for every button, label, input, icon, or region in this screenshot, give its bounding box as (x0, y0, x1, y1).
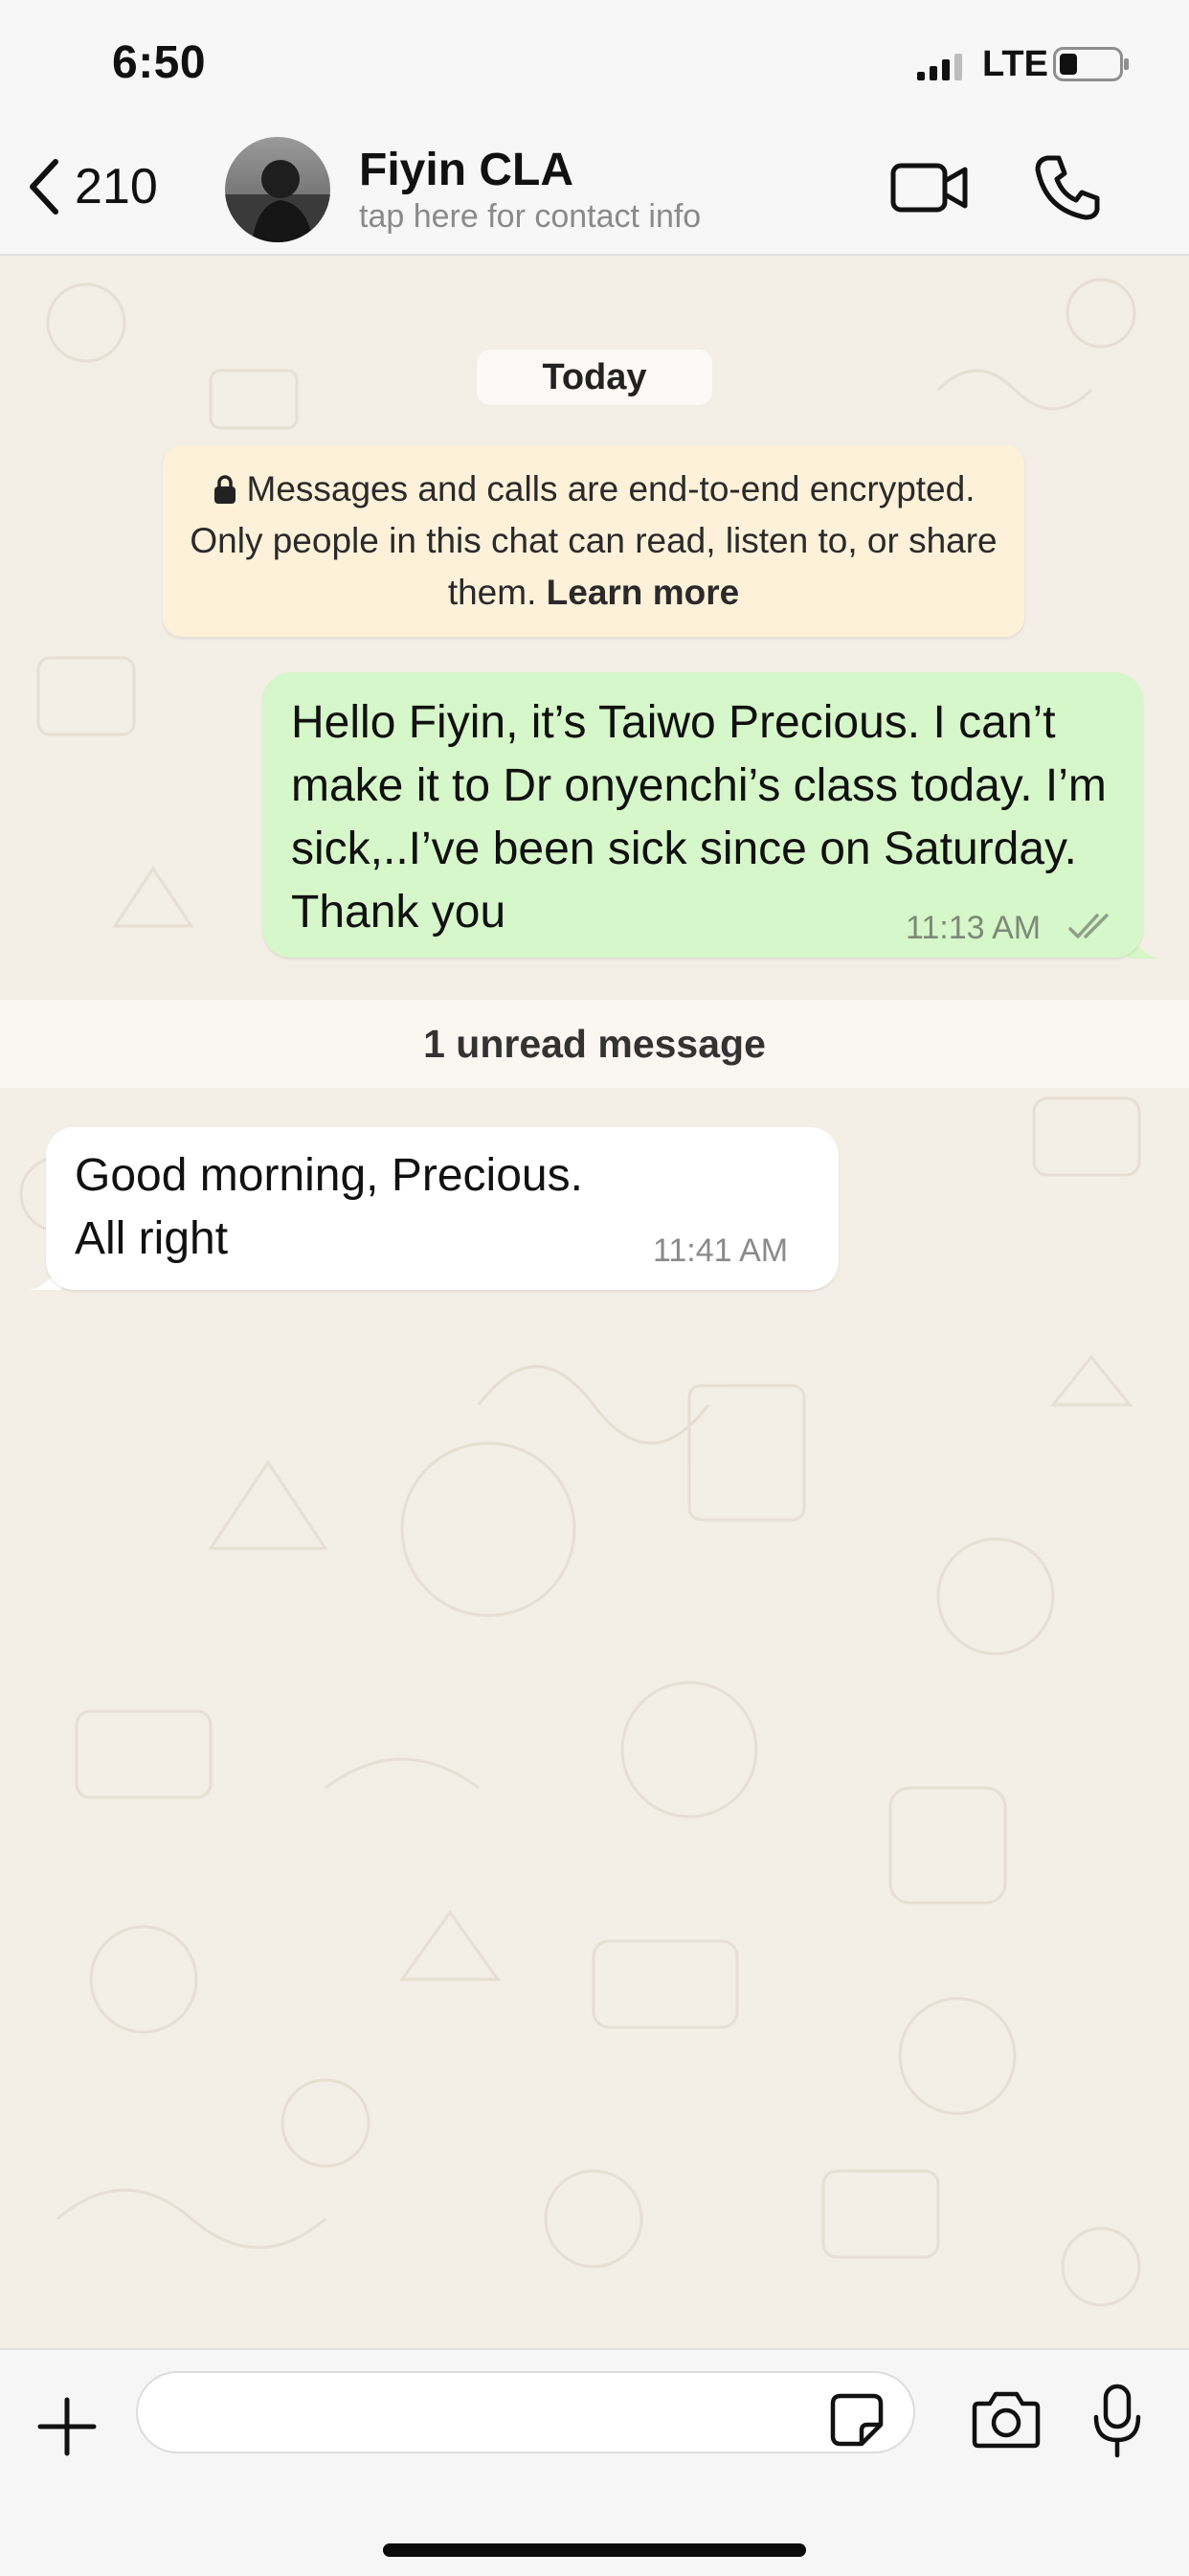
message-text: All right (75, 1213, 229, 1264)
learn-more-link[interactable]: Learn more (547, 573, 740, 612)
date-separator: Today (477, 350, 712, 405)
back-unread-count: 210 (75, 159, 158, 215)
chat-area[interactable]: Today Messages and calls are end-to-end … (0, 256, 1189, 2348)
message-timestamp: 11:13 AM (906, 910, 1042, 946)
double-check-icon (1068, 914, 1109, 938)
network-type: LTE (982, 44, 1048, 84)
contact-name[interactable]: Fiyin CLA (359, 144, 573, 196)
chat-header: 210 Fiyin CLA tap here for contact info (0, 129, 1189, 256)
status-bar: 6:50 LTE (0, 0, 1189, 129)
home-indicator[interactable] (383, 2543, 806, 2557)
message-composer (0, 2348, 1189, 2576)
encryption-notice[interactable]: Messages and calls are end-to-end encryp… (163, 445, 1024, 637)
incoming-message-bubble[interactable]: Good morning, Precious. All right 11:41 … (46, 1127, 839, 1290)
sticker-icon[interactable] (829, 2392, 885, 2448)
lock-icon (213, 475, 236, 504)
video-call-icon[interactable] (890, 158, 969, 217)
status-time: 6:50 (112, 37, 207, 88)
contact-info-hint[interactable]: tap here for contact info (359, 198, 701, 236)
outgoing-message-bubble[interactable]: Hello Fiyin, it’s Taiwo Precious. I can’… (262, 672, 1143, 958)
battery-icon (1053, 47, 1129, 81)
microphone-icon[interactable] (1091, 2383, 1143, 2459)
back-chevron-icon (30, 159, 58, 215)
signal-bars-icon (917, 54, 962, 80)
plus-icon[interactable] (36, 2396, 98, 2457)
message-text: Good morning, Precious. (75, 1150, 583, 1201)
camera-icon[interactable] (971, 2388, 1042, 2450)
back-button[interactable]: 210 (27, 158, 158, 215)
unread-messages-divider: 1 unread message (0, 1000, 1189, 1088)
message-input[interactable] (136, 2371, 915, 2453)
phone-icon[interactable] (1034, 152, 1101, 221)
message-timestamp: 11:41 AM (653, 1232, 789, 1269)
avatar[interactable] (225, 137, 330, 242)
message-text: Hello Fiyin, it’s Taiwo Precious. I can’… (291, 697, 1107, 938)
